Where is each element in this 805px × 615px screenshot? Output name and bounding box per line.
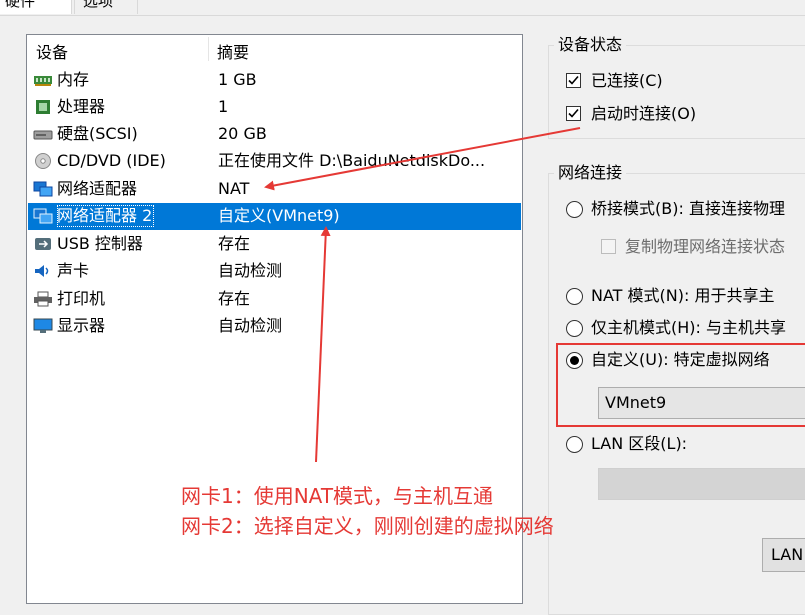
arrow-to-nat — [264, 127, 581, 191]
annotation-line-1: 网卡1：使用NAT模式，与主机互通 — [181, 484, 494, 508]
annotation-line-2: 网卡2：选择自定义，刚刚创建的虚拟网络 — [181, 514, 554, 538]
arrow-to-custom — [315, 226, 331, 463]
